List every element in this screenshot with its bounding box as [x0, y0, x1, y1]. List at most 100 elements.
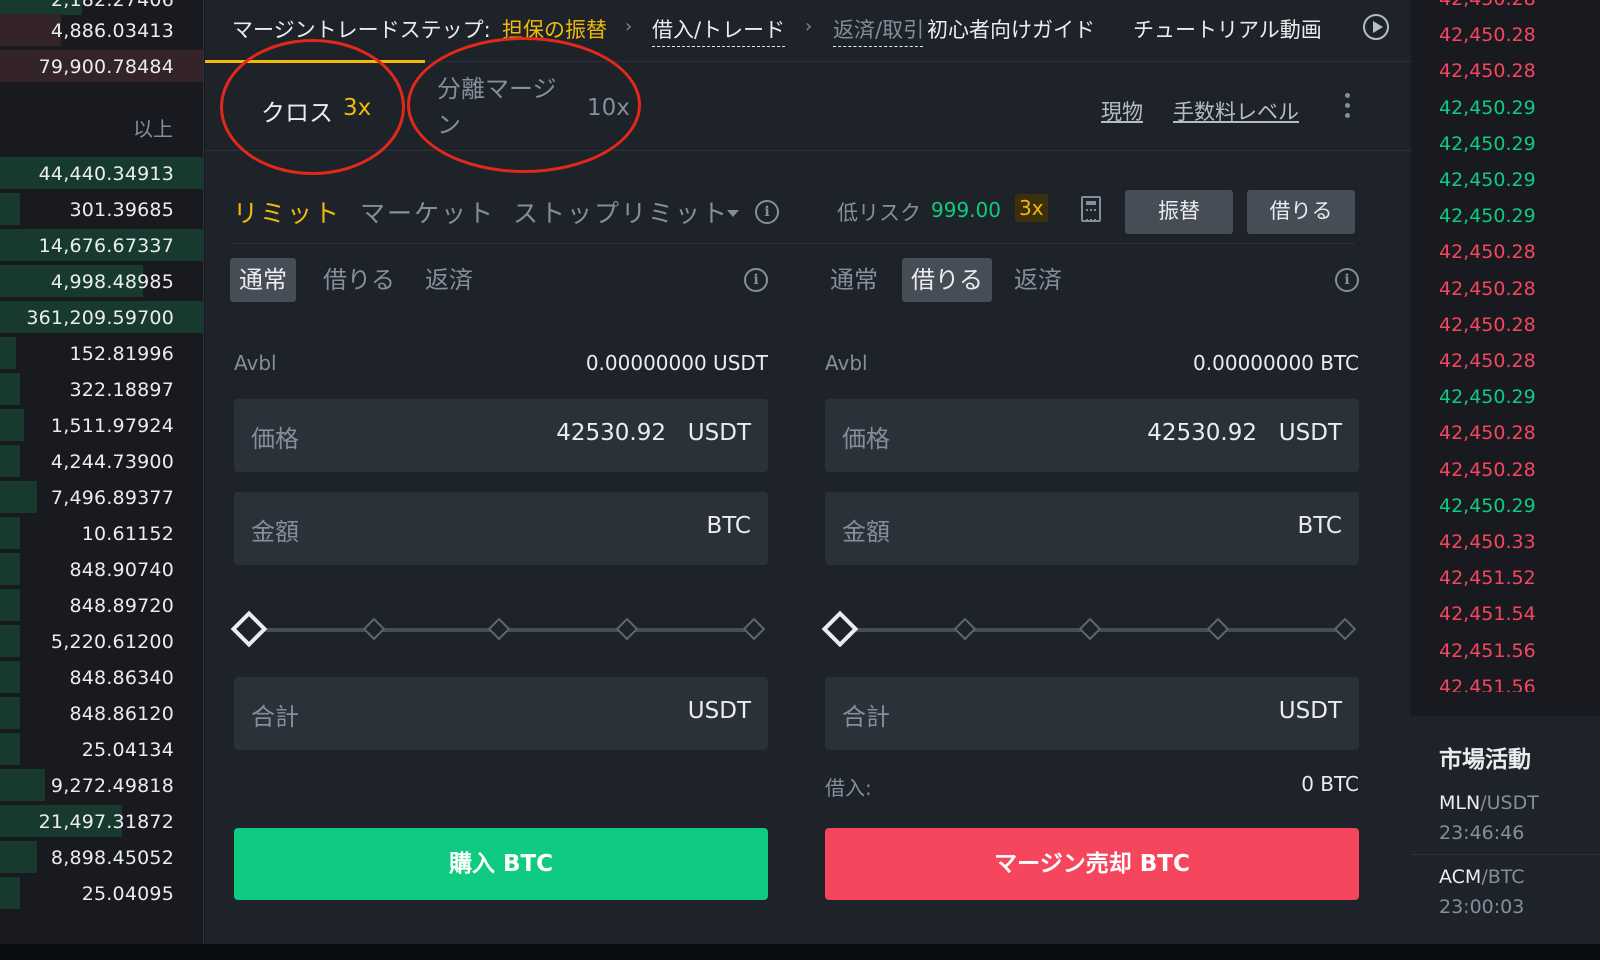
- isolated-leverage-badge: 10x: [587, 95, 630, 121]
- avbl-label: Avbl: [234, 351, 277, 375]
- activity-pair[interactable]: MLN/USDT: [1439, 792, 1539, 814]
- buy-tab-borrow[interactable]: 借りる: [314, 258, 404, 302]
- transfer-button[interactable]: 振替: [1125, 190, 1233, 234]
- more-vertical-icon[interactable]: [1345, 93, 1351, 123]
- trade-price: 42,450.29: [1439, 494, 1536, 517]
- activity-pair[interactable]: ACM/BTC: [1439, 866, 1525, 888]
- trade-price: 42,450.28: [1439, 24, 1536, 47]
- order-amount: 9,272.49818: [50, 775, 174, 797]
- order-book-row[interactable]: 79,900.78484: [0, 49, 203, 83]
- spot-link[interactable]: 現物: [1101, 96, 1143, 126]
- price-value[interactable]: 42530.92: [1147, 420, 1257, 446]
- sell-amount-slider[interactable]: [821, 610, 1359, 650]
- order-book-row[interactable]: 4,998.48985: [0, 264, 203, 298]
- order-book-row[interactable]: 14,676.67337: [0, 228, 203, 262]
- beginner-guide-link[interactable]: 初心者向けガイド: [927, 14, 1095, 44]
- order-book-row[interactable]: 1,511.97924: [0, 408, 203, 442]
- order-book-row[interactable]: 848.90740: [0, 552, 203, 586]
- order-amount: 79,900.78484: [38, 56, 174, 78]
- buy-price-field[interactable]: 価格 42530.92 USDT: [234, 399, 768, 472]
- slider-node[interactable]: [615, 617, 639, 641]
- order-book-row[interactable]: 25.04134: [0, 732, 203, 766]
- borrow-button[interactable]: 借りる: [1247, 190, 1355, 234]
- depth-bar: [0, 337, 16, 369]
- slider-node[interactable]: [487, 617, 511, 641]
- slider-node[interactable]: [1333, 617, 1357, 641]
- tab-stop-limit[interactable]: ストップリミット: [513, 194, 729, 230]
- order-book-row[interactable]: 301.39685: [0, 192, 203, 226]
- order-book-row[interactable]: 848.86340: [0, 660, 203, 694]
- slider-node[interactable]: [1078, 617, 1102, 641]
- tab-isolated-margin[interactable]: 分離マージン: [437, 71, 577, 143]
- buy-btc-button[interactable]: 購入 BTC: [234, 828, 768, 900]
- order-amount: 2,182.27406: [50, 0, 174, 11]
- sell-tab-repay[interactable]: 返済: [1005, 258, 1071, 302]
- calculator-icon[interactable]: [1081, 196, 1101, 222]
- tab-limit[interactable]: リミット: [233, 194, 341, 230]
- info-icon[interactable]: i: [744, 268, 768, 292]
- trade-price: 42,450.29: [1439, 132, 1536, 155]
- play-icon[interactable]: [1363, 14, 1389, 40]
- tab-cross-margin[interactable]: クロス: [261, 93, 333, 128]
- order-book-row[interactable]: 4,886.03413: [0, 13, 203, 47]
- order-book-row[interactable]: 5,220.61200: [0, 624, 203, 658]
- pair-base: ACM: [1439, 866, 1482, 888]
- tab-market[interactable]: マーケット: [360, 194, 495, 230]
- sell-price-field[interactable]: 価格 42530.92 USDT: [825, 399, 1359, 472]
- depth-bar: [0, 409, 24, 441]
- slider-node[interactable]: [742, 617, 766, 641]
- info-icon[interactable]: i: [755, 200, 779, 224]
- order-book-row[interactable]: 9,272.49818: [0, 768, 203, 802]
- buy-amount-field[interactable]: 金額 BTC: [234, 492, 768, 565]
- depth-bar: [0, 193, 20, 225]
- order-book-row[interactable]: 8,898.45052: [0, 840, 203, 874]
- order-amount: 848.86120: [69, 703, 174, 725]
- order-book-row[interactable]: 322.18897: [0, 372, 203, 406]
- slider-thumb[interactable]: [821, 610, 859, 648]
- order-amount: 21,497.31872: [38, 811, 174, 833]
- order-book-row[interactable]: 7,496.89377: [0, 480, 203, 514]
- step-borrow-trade[interactable]: 借入/トレード: [652, 14, 786, 47]
- slider-thumb[interactable]: [230, 610, 268, 648]
- depth-bar: [0, 517, 20, 549]
- price-label: 価格: [251, 425, 299, 453]
- depth-bar: [0, 481, 37, 513]
- order-amount: 7,496.89377: [50, 487, 174, 509]
- buy-tab-normal[interactable]: 通常: [230, 258, 296, 302]
- buy-amount-slider[interactable]: [230, 610, 768, 650]
- buy-total-field[interactable]: 合計 USDT: [234, 677, 768, 750]
- sell-total-field[interactable]: 合計 USDT: [825, 677, 1359, 750]
- total-label: 合計: [842, 703, 890, 731]
- trade-price: 42,450.29: [1439, 205, 1536, 228]
- order-book-row[interactable]: 152.81996: [0, 336, 203, 370]
- borrowed-value: 0 BTC: [1301, 772, 1359, 796]
- tutorial-video-link[interactable]: チュートリアル動画: [1133, 14, 1322, 44]
- chevron-down-icon[interactable]: [727, 210, 739, 217]
- step-transfer-collateral[interactable]: 担保の振替: [502, 14, 607, 44]
- margin-sell-btc-button[interactable]: マージン売却 BTC: [825, 828, 1359, 900]
- order-book-row[interactable]: 848.89720: [0, 588, 203, 622]
- order-amount: 4,886.03413: [50, 20, 174, 42]
- sell-tab-borrow[interactable]: 借りる: [902, 258, 992, 302]
- sell-tab-normal[interactable]: 通常: [821, 258, 887, 302]
- trade-price: 42,450.28: [1439, 422, 1536, 445]
- buy-tab-repay[interactable]: 返済: [416, 258, 482, 302]
- info-icon[interactable]: i: [1335, 268, 1359, 292]
- order-book-row[interactable]: 44,440.34913: [0, 156, 203, 190]
- sell-amount-field[interactable]: 金額 BTC: [825, 492, 1359, 565]
- order-book-row[interactable]: 361,209.59700: [0, 300, 203, 334]
- recent-trades-list: 42,450.28 42,450.28 42,450.28 42,450.29 42,4…: [1411, 0, 1600, 692]
- fee-level-link[interactable]: 手数料レベル: [1173, 96, 1299, 126]
- order-book-row[interactable]: 21,497.31872: [0, 804, 203, 838]
- slider-node[interactable]: [953, 617, 977, 641]
- order-book-row[interactable]: 25.04095: [0, 876, 203, 910]
- step-repay[interactable]: 返済/取引: [833, 14, 923, 47]
- order-book-row[interactable]: 848.86120: [0, 696, 203, 730]
- order-book-row[interactable]: 10.61152: [0, 516, 203, 550]
- price-value[interactable]: 42530.92: [556, 420, 666, 446]
- slider-node[interactable]: [1206, 617, 1230, 641]
- cross-leverage-badge: 3x: [343, 95, 372, 121]
- slider-node[interactable]: [362, 617, 386, 641]
- order-book-row[interactable]: 4,244.73900: [0, 444, 203, 478]
- trade-price: 42,450.29: [1439, 386, 1536, 409]
